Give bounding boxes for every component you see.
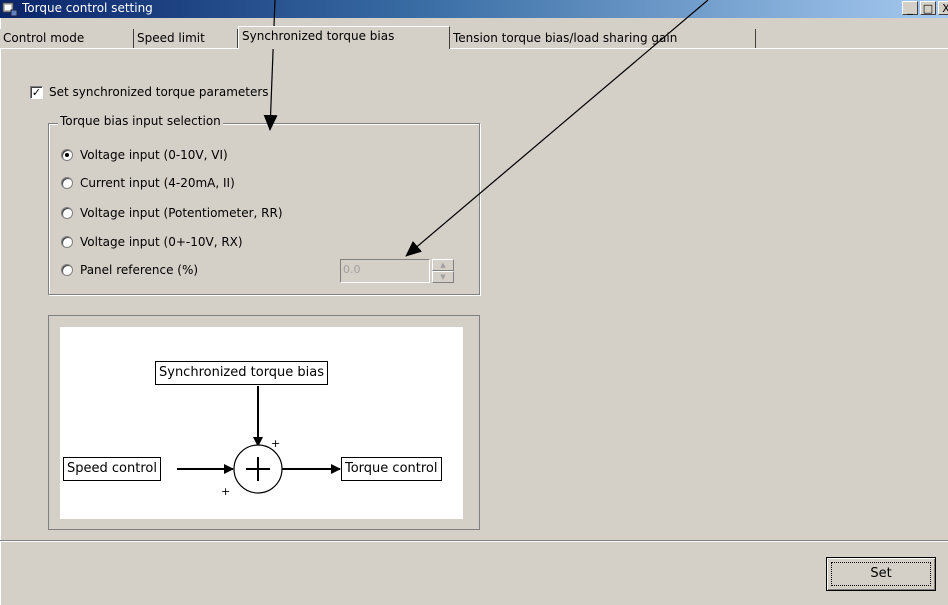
radio-voltage-rx[interactable]: Voltage input (0+-10V, RX) [61,235,243,249]
set-sync-torque-checkbox[interactable]: ✓ [30,85,43,99]
radio-button[interactable] [61,149,73,161]
radio-label: Voltage input (0+-10V, RX) [80,235,243,249]
radio-button[interactable] [61,177,73,189]
radio-voltage-vi[interactable]: Voltage input (0-10V, VI) [61,148,228,162]
diagram-plus-sign-left: + [221,485,231,498]
spin-up-icon[interactable]: ▲ [432,259,454,271]
radio-label: Voltage input (Potentiometer, RR) [80,206,283,220]
tab-speed-limit[interactable]: Speed limit [134,29,238,48]
radio-label: Voltage input (0-10V, VI) [80,148,228,162]
diagram-sync-torque-bias-box: Synchronized torque bias [155,361,329,385]
minimize-button[interactable]: _ [902,1,918,15]
panel-reference-input[interactable]: 0.0 [340,259,430,283]
radio-current-ii[interactable]: Current input (4-20mA, II) [61,176,235,190]
tab-tension-torque-bias[interactable]: Tension torque bias/load sharing gain [450,29,756,48]
radio-voltage-rr[interactable]: Voltage input (Potentiometer, RR) [61,206,283,220]
tab-label: Synchronized torque bias [242,29,395,43]
groupbox-title: Torque bias input selection [58,114,223,128]
diagram-plus-sign-top: + [271,437,281,450]
spin-down-icon[interactable]: ▼ [432,271,454,283]
radio-button[interactable] [61,264,73,276]
focus-rectangle [831,562,931,586]
tab-label: Tension torque bias/load sharing gain [453,31,678,45]
radio-panel-reference[interactable]: Panel reference (%) [61,263,198,277]
set-button[interactable]: Set [826,557,936,591]
radio-button[interactable] [61,236,73,248]
radio-button[interactable] [61,207,73,219]
set-sync-torque-checkbox-row[interactable]: ✓ Set synchronized torque parameters [30,85,269,99]
bottom-separator [0,540,948,542]
tab-label: Control mode [3,31,85,45]
diagram-torque-control-box: Torque control [341,457,442,481]
maximize-button[interactable]: □ [920,1,936,15]
tab-synchronized-torque-bias[interactable]: Synchronized torque bias [238,26,450,49]
tab-control-mode[interactable]: Control mode [0,29,134,48]
window-title: Torque control setting [22,1,153,15]
close-button[interactable]: X [938,1,948,15]
radio-label: Panel reference (%) [80,263,199,277]
diagram-canvas [60,327,463,519]
radio-label: Current input (4-20mA, II) [80,176,235,190]
panel-reference-spinner[interactable]: ▲ ▼ [432,259,454,283]
checkbox-label: Set synchronized torque parameters [49,85,269,99]
app-icon [2,2,18,17]
tab-label: Speed limit [137,31,205,45]
title-bar[interactable]: Torque control setting _ □ X [0,0,948,18]
diagram-speed-control-box: Speed control [63,457,161,481]
